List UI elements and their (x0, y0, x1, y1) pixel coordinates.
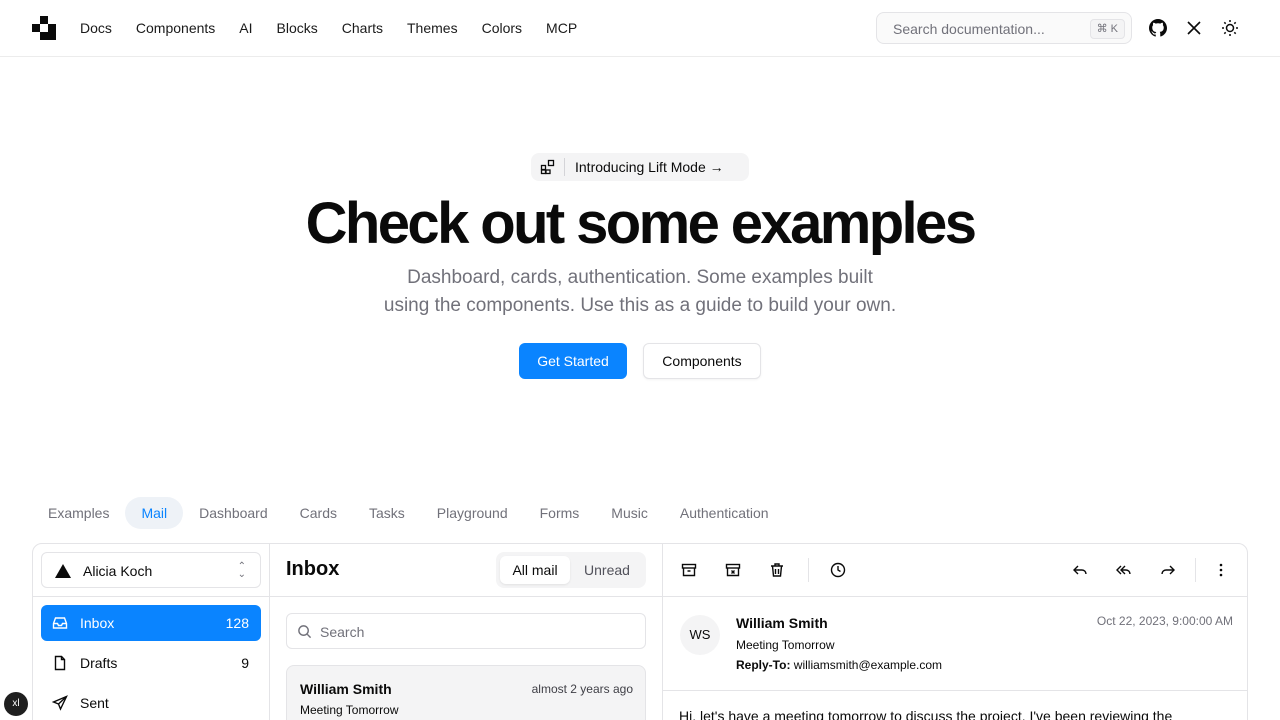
vercel-logo-icon (55, 564, 71, 578)
tab-mail[interactable]: Mail (125, 497, 184, 529)
sidebar-item-drafts[interactable]: Drafts 9 (41, 645, 261, 681)
message-time: almost 2 years ago (531, 682, 633, 696)
account-switcher[interactable]: Alicia Koch ⌃ ⌄ (41, 552, 261, 588)
tab-authentication[interactable]: Authentication (664, 497, 785, 529)
reply-all-icon[interactable] (1115, 561, 1133, 579)
sidebar-item-count: 9 (241, 655, 249, 671)
account-name: Alicia Koch (83, 563, 153, 579)
clock-icon[interactable] (829, 561, 847, 579)
search-icon (297, 624, 312, 644)
tab-cards[interactable]: Cards (284, 497, 353, 529)
tab-all-mail[interactable]: All mail (500, 556, 570, 584)
reader-body: Hi, let's have a meeting tomorrow to dis… (679, 708, 1173, 720)
reader-header-divider (663, 690, 1247, 691)
tab-tasks[interactable]: Tasks (353, 497, 421, 529)
sidebar-item-label: Drafts (80, 655, 118, 671)
page-subtitle: Dashboard, cards, authentication. Some e… (340, 264, 940, 320)
list-item[interactable]: William Smith almost 2 years ago Meeting… (286, 665, 646, 720)
reply-icon[interactable] (1071, 561, 1089, 579)
list-divider (270, 596, 662, 597)
inbox-icon (52, 615, 72, 631)
message-sender: William Smith (300, 681, 392, 697)
archive-icon[interactable] (680, 561, 698, 579)
inbox-title: Inbox (286, 558, 340, 580)
reader-toolbar-divider (663, 596, 1247, 597)
mail-sidebar: Alicia Koch ⌃ ⌄ Inbox 128 Drafts 9 Sent (33, 544, 270, 720)
get-started-button[interactable]: Get Started (519, 343, 627, 379)
sidebar-item-sent[interactable]: Sent (41, 685, 261, 720)
chevrons-up-down-icon: ⌃ ⌄ (237, 561, 246, 580)
nav-ai[interactable]: AI (239, 20, 252, 36)
github-icon[interactable] (1147, 17, 1169, 39)
nav-charts[interactable]: Charts (342, 20, 383, 36)
announcement-text: Introducing Lift Mode → (575, 159, 724, 175)
trash-icon[interactable] (768, 561, 786, 579)
mail-list: Inbox All mail Unread Search William Smi… (270, 544, 663, 720)
toolbar-divider (1195, 558, 1196, 582)
announcement-badge[interactable]: Introducing Lift Mode → (531, 153, 749, 181)
sidebar-item-label: Sent (80, 695, 109, 711)
search-placeholder: Search documentation... (893, 21, 1045, 37)
breakpoint-badge: xl (4, 692, 28, 716)
subtitle-line-1: Dashboard, cards, authentication. Some e… (407, 267, 873, 288)
search-placeholder: Search (320, 624, 365, 640)
sun-icon[interactable] (1219, 17, 1241, 39)
tab-unread[interactable]: Unread (572, 556, 642, 584)
archive-x-icon[interactable] (724, 561, 742, 579)
nav-themes[interactable]: Themes (407, 20, 458, 36)
mail-search-input[interactable]: Search (286, 613, 646, 649)
reply-to-address: williamsmith@example.com (793, 658, 943, 672)
tab-forms[interactable]: Forms (524, 497, 596, 529)
more-vertical-icon[interactable] (1212, 561, 1230, 579)
sidebar-item-count: 128 (225, 615, 249, 631)
sidebar-item-label: Inbox (80, 615, 115, 631)
reader-sender: William Smith (736, 615, 828, 631)
sidebar-item-inbox[interactable]: Inbox 128 (41, 605, 261, 641)
reader-subject: Meeting Tomorrow (736, 638, 835, 652)
tab-dashboard[interactable]: Dashboard (183, 497, 284, 529)
components-button[interactable]: Components (643, 343, 761, 379)
search-shortcut: ⌘ K (1089, 19, 1125, 39)
reader-date: Oct 22, 2023, 9:00:00 AM (1096, 614, 1233, 628)
reader-reply-to: Reply-To: williamsmith@example.com (736, 658, 942, 672)
send-icon (52, 695, 72, 711)
main-nav: Docs Components AI Blocks Charts Themes … (80, 0, 601, 56)
nav-components[interactable]: Components (136, 20, 215, 36)
reply-to-label: Reply-To: (736, 658, 791, 672)
nav-mcp[interactable]: MCP (546, 20, 577, 36)
examples-tabs: Examples Mail Dashboard Cards Tasks Play… (32, 497, 785, 529)
subtitle-line-2: using the components. Use this as a guid… (383, 295, 897, 316)
x-icon[interactable] (1183, 17, 1205, 39)
toolbar-divider (808, 558, 809, 582)
logo-icon[interactable] (32, 16, 56, 40)
avatar: WS (680, 615, 720, 655)
top-navbar: Docs Components AI Blocks Charts Themes … (0, 0, 1280, 57)
file-icon (52, 655, 72, 671)
nav-colors[interactable]: Colors (482, 20, 522, 36)
search-docs-button[interactable]: Search documentation... ⌘ K (876, 12, 1132, 44)
mail-example: Alicia Koch ⌃ ⌄ Inbox 128 Drafts 9 Sent I… (32, 543, 1248, 720)
nav-blocks[interactable]: Blocks (277, 20, 318, 36)
message-subject: Meeting Tomorrow (300, 703, 399, 717)
tab-playground[interactable]: Playground (421, 497, 524, 529)
forward-icon[interactable] (1159, 561, 1177, 579)
mail-reader: WS William Smith Meeting Tomorrow Reply-… (663, 544, 1247, 720)
tab-examples[interactable]: Examples (32, 497, 125, 529)
mail-filter-tabs: All mail Unread (496, 552, 646, 588)
nav-docs[interactable]: Docs (80, 20, 112, 36)
blocks-icon (531, 158, 565, 176)
tab-music[interactable]: Music (595, 497, 664, 529)
sidebar-divider (33, 596, 269, 597)
page-title: Check out some examples (305, 191, 977, 256)
